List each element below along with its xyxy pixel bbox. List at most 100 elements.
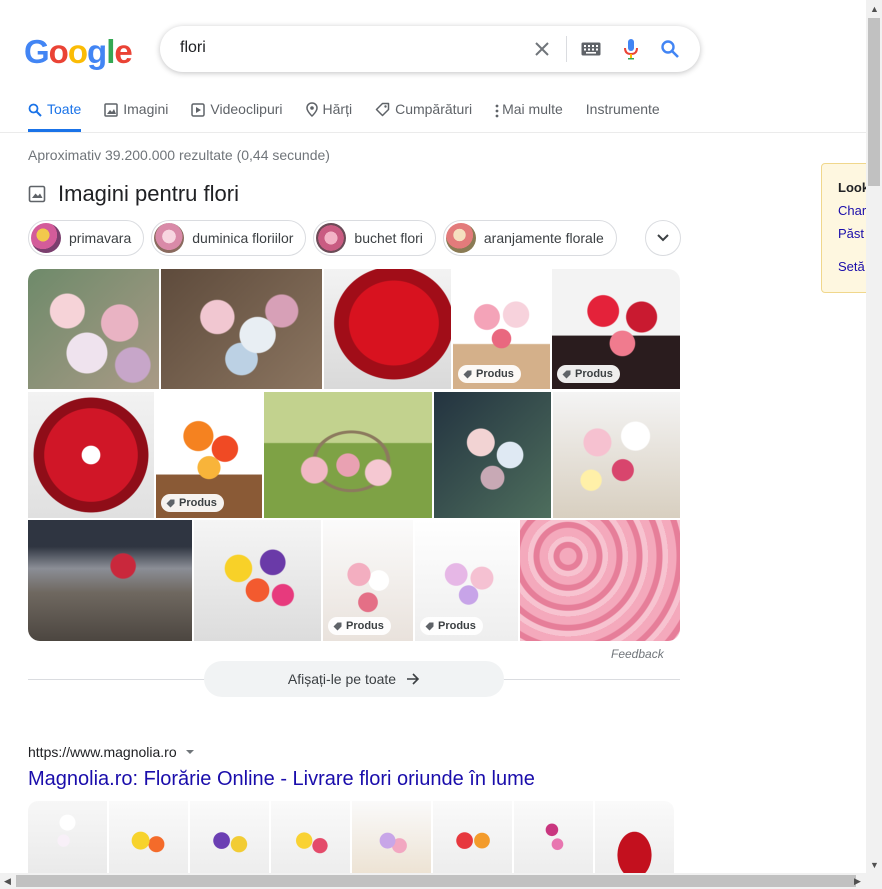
show-all-label: Afișați-le pe toate (287, 671, 397, 687)
tag-icon (463, 370, 472, 378)
tab-toate[interactable]: Toate (28, 101, 82, 132)
image-tile[interactable] (28, 520, 192, 641)
image-grid: Produs Produs Produs Produs Produs (28, 269, 680, 641)
horizontal-scrollbar-thumb[interactable] (16, 875, 856, 887)
image-tile[interactable]: Produs (323, 520, 413, 641)
tab-label: Cumpărături (395, 101, 473, 117)
search-submit-icon[interactable] (659, 38, 681, 60)
product-badge: Produs (458, 365, 521, 383)
chip-primavara[interactable]: primavara (28, 220, 145, 256)
logo-letter: G (24, 33, 50, 70)
result-thumbnail[interactable] (595, 801, 674, 873)
product-badge: Produs (328, 617, 391, 635)
image-tile[interactable] (161, 269, 322, 389)
chip-aranjamente-florale[interactable]: aranjamente florale (442, 220, 617, 256)
tab-label: Toate (47, 101, 82, 117)
scroll-up-icon[interactable]: ▲ (870, 4, 879, 14)
chip-thumbnail (31, 223, 61, 253)
tab-harti[interactable]: Hărți (305, 101, 353, 132)
image-icon (28, 185, 46, 203)
vertical-scrollbar-thumb[interactable] (868, 18, 880, 186)
product-badge-label: Produs (575, 368, 613, 380)
tag-icon (333, 622, 342, 630)
chevron-down-icon (657, 234, 669, 242)
image-tile[interactable] (553, 392, 680, 518)
chip-thumbnail (316, 223, 347, 253)
result-thumbnail[interactable] (109, 801, 188, 873)
image-tile[interactable] (28, 392, 154, 518)
chip-buchet-flori[interactable]: buchet flori (313, 220, 436, 256)
image-tile[interactable] (28, 269, 159, 389)
chip-label: primavara (69, 230, 132, 246)
chip-duminica-floriilor[interactable]: duminica floriilor (151, 220, 307, 256)
images-title[interactable]: Imagini pentru flori (58, 181, 239, 207)
product-badge-label: Produs (438, 620, 476, 632)
side-info-panel: Look Char Păst Setă (821, 163, 871, 293)
tag-icon (562, 370, 571, 378)
result-thumbnail[interactable] (28, 801, 107, 873)
caret-down-icon[interactable] (185, 749, 195, 755)
product-badge-label: Produs (346, 620, 384, 632)
image-tile[interactable] (194, 520, 321, 641)
tab-label: Hărți (322, 101, 353, 117)
result-thumbnail[interactable] (514, 801, 593, 873)
chip-label: aranjamente florale (483, 230, 604, 246)
tab-cumparaturi[interactable]: Cumpărături (375, 101, 472, 132)
image-tile[interactable] (264, 392, 432, 518)
scroll-left-icon[interactable]: ◀ (4, 876, 11, 887)
show-all-button[interactable]: Afișați-le pe toate (204, 661, 504, 697)
more-vert-icon (495, 104, 499, 118)
chip-label: duminica floriilor (192, 230, 294, 246)
search-input[interactable]: flori (180, 39, 206, 57)
clear-icon[interactable] (531, 38, 553, 60)
tab-label: Instrumente (585, 101, 660, 117)
map-pin-icon (305, 102, 318, 117)
google-logo[interactable]: Google (24, 33, 133, 71)
image-tile[interactable]: Produs (453, 269, 550, 389)
tag-icon (425, 622, 434, 630)
microphone-icon[interactable] (620, 38, 642, 60)
result-title-link[interactable]: Magnolia.ro: Florărie Online - Livrare f… (28, 768, 535, 791)
tab-videoclipuri[interactable]: Videoclipuri (191, 101, 283, 132)
play-icon (191, 103, 206, 117)
tab-label: Mai multe (502, 101, 563, 117)
chips-more-button[interactable] (645, 220, 681, 256)
scroll-down-icon[interactable]: ▼ (870, 860, 879, 870)
result-thumbnail[interactable] (433, 801, 512, 873)
result-thumbnail[interactable] (352, 801, 431, 873)
scroll-right-icon[interactable]: ▶ (854, 876, 861, 887)
feedback-link[interactable]: Feedback (611, 647, 664, 661)
result-url[interactable]: https://www.magnolia.ro (28, 744, 195, 760)
product-badge: Produs (557, 365, 620, 383)
product-badge: Produs (420, 617, 483, 635)
chip-thumbnail (154, 223, 185, 253)
result-thumbnail[interactable] (271, 801, 350, 873)
product-badge-label: Produs (179, 497, 217, 509)
result-stats: Aproximativ 39.200.000 rezultate (0,44 s… (28, 147, 330, 163)
logo-letter: o (48, 33, 69, 70)
logo-letter: l (106, 33, 115, 70)
search-tabs: Toate Imagini Videoclipuri Hărți Cumpără… (28, 101, 683, 133)
google-results-page: Google flori Toate Imagini Videoclipuri (0, 0, 882, 889)
image-tile[interactable]: Produs (415, 520, 518, 641)
result-thumbnail[interactable] (190, 801, 269, 873)
tabs-divider (0, 132, 866, 133)
chip-thumbnail (445, 223, 476, 253)
product-badge: Produs (161, 494, 224, 512)
tab-label: Videoclipuri (210, 101, 283, 117)
refinement-chips: primavara duminica floriilor buchet flor… (28, 220, 617, 256)
tab-instrumente[interactable]: Instrumente (586, 101, 660, 132)
image-tile[interactable] (324, 269, 451, 389)
search-box[interactable]: flori (160, 26, 700, 72)
logo-letter: g (87, 33, 107, 70)
keyboard-icon[interactable] (580, 38, 602, 60)
arrow-right-icon (407, 673, 420, 685)
tab-imagini[interactable]: Imagini (104, 101, 168, 132)
tab-mai-multe[interactable]: Mai multe (495, 101, 563, 132)
image-tile[interactable]: Produs (156, 392, 262, 518)
result-url-text: https://www.magnolia.ro (28, 744, 177, 760)
image-tile[interactable] (434, 392, 551, 518)
image-tile[interactable]: Produs (552, 269, 680, 389)
tag-icon (166, 499, 175, 507)
image-tile[interactable] (520, 520, 680, 641)
